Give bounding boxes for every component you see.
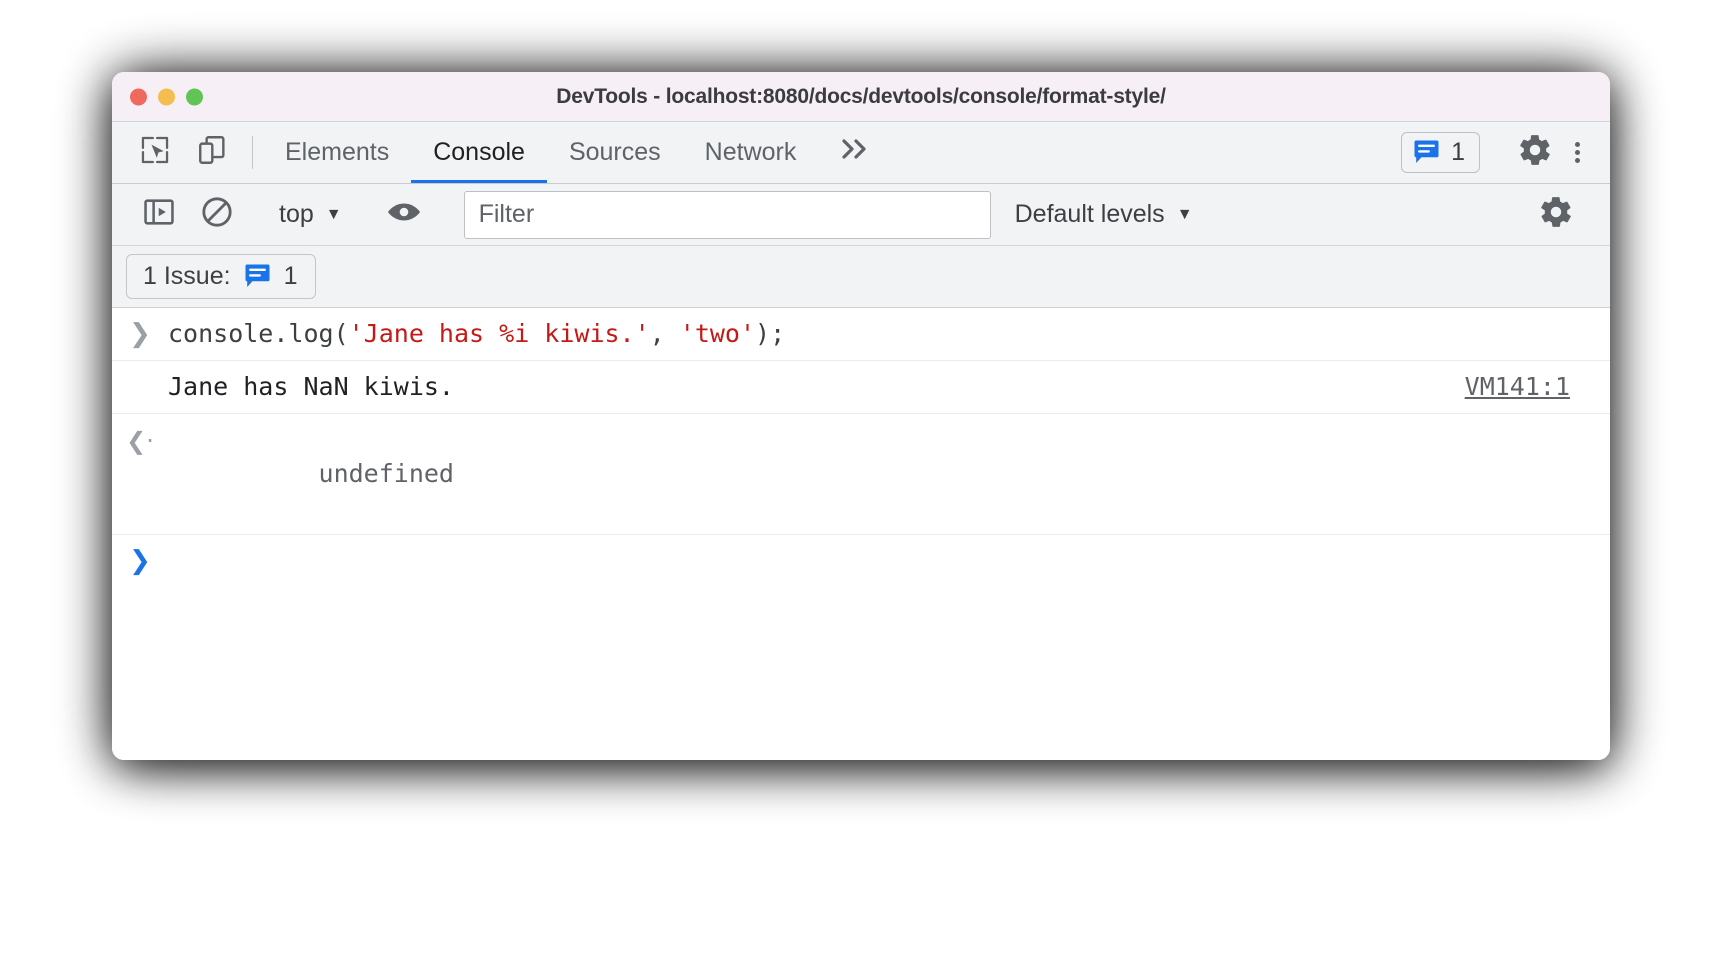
close-window-button[interactable] xyxy=(130,88,147,105)
code-segment-plain: ); xyxy=(755,319,786,348)
console-input-code: console.log('Jane has %i kiwis.', 'two')… xyxy=(168,317,1610,351)
device-toolbar-button[interactable] xyxy=(184,122,242,183)
console-filter-placeholder: Filter xyxy=(478,200,535,228)
console-row-gutter xyxy=(112,370,168,371)
execution-context-select[interactable]: top ▼ xyxy=(267,200,354,229)
console-filter-input[interactable]: Filter xyxy=(463,190,991,239)
console-output-area[interactable]: ❯ console.log('Jane has %i kiwis.', 'two… xyxy=(112,308,1610,760)
console-result-value: undefined xyxy=(168,423,1610,525)
issues-chip-button[interactable]: 1 Issue: 1 xyxy=(126,254,317,299)
code-segment-string: 'two' xyxy=(679,319,756,348)
console-settings-button[interactable] xyxy=(1522,194,1590,235)
tabstrip-right-actions: 1 xyxy=(1401,122,1610,183)
console-result-text: undefined xyxy=(318,459,454,488)
tab-network[interactable]: Network xyxy=(683,122,819,183)
inspect-element-icon xyxy=(138,133,172,172)
code-segment-plain: , xyxy=(649,319,680,348)
clear-console-icon xyxy=(200,195,234,234)
console-filter-toolbar: top ▼ Filter Default levels ▼ xyxy=(112,184,1610,246)
log-levels-label: Default levels xyxy=(1014,200,1165,228)
title-bar: DevTools - localhost:8080/docs/devtools/… xyxy=(112,72,1610,122)
console-toolbar-right-actions xyxy=(1480,194,1610,235)
window-title: DevTools - localhost:8080/docs/devtools/… xyxy=(556,84,1166,108)
console-log-body: Jane has NaN kiwis. VM141:1 xyxy=(168,370,1610,404)
issues-message-icon xyxy=(1413,140,1440,165)
issues-chip-label: 1 Issue: xyxy=(143,262,231,290)
execution-context-label: top xyxy=(279,200,314,228)
device-toolbar-icon xyxy=(196,133,230,172)
chevron-down-icon: ▼ xyxy=(1176,205,1193,223)
tab-network-label: Network xyxy=(704,138,797,166)
chevron-down-icon: ▼ xyxy=(325,205,342,223)
page-root: DevTools - localhost:8080/docs/devtools/… xyxy=(0,0,1722,974)
console-log-message: Jane has NaN kiwis. xyxy=(168,372,454,401)
devtools-settings-button[interactable] xyxy=(1501,132,1569,173)
console-row-gutter: ❯ xyxy=(112,317,168,350)
prompt-chevron-icon: ❯ xyxy=(129,546,151,576)
more-tabs-button[interactable] xyxy=(818,122,894,183)
eye-icon xyxy=(386,198,422,231)
tab-console-label: Console xyxy=(433,138,525,166)
tab-console[interactable]: Console xyxy=(411,122,547,183)
clear-console-button[interactable] xyxy=(188,193,246,237)
issues-badge-count: 1 xyxy=(1451,138,1465,166)
gear-icon xyxy=(1517,132,1553,173)
prompt-chevron-icon: ❯ xyxy=(129,319,151,349)
devtools-window: DevTools - localhost:8080/docs/devtools/… xyxy=(112,72,1610,760)
issues-message-icon xyxy=(244,264,271,289)
console-prompt-row[interactable]: ❯ xyxy=(112,535,1610,587)
kebab-menu-icon xyxy=(1575,139,1580,166)
console-result-row[interactable]: ❮· undefined xyxy=(112,414,1610,535)
console-row-gutter: ❯ xyxy=(112,544,168,577)
gear-icon xyxy=(1538,194,1574,235)
inspect-element-button[interactable] xyxy=(126,122,184,183)
maximize-window-button[interactable] xyxy=(186,88,203,105)
log-levels-select[interactable]: Default levels ▼ xyxy=(1015,200,1193,229)
console-log-row[interactable]: Jane has NaN kiwis. VM141:1 xyxy=(112,361,1610,414)
console-issues-bar: 1 Issue: 1 xyxy=(112,246,1610,308)
live-expression-button[interactable] xyxy=(375,193,433,237)
issues-badge-button[interactable]: 1 xyxy=(1401,132,1480,173)
devtools-tab-strip: Elements Console Sources Network 1 xyxy=(112,122,1610,184)
chevron-double-right-icon xyxy=(838,136,874,169)
console-row-gutter: ❮· xyxy=(112,423,168,458)
tab-elements-label: Elements xyxy=(285,138,390,166)
return-value-icon: ❮· xyxy=(126,427,154,455)
traffic-lights xyxy=(130,88,203,105)
devtools-more-options-button[interactable] xyxy=(1569,139,1594,166)
tab-sources-label: Sources xyxy=(568,138,661,166)
console-source-link[interactable]: VM141:1 xyxy=(1465,370,1592,404)
tab-elements[interactable]: Elements xyxy=(263,122,411,183)
console-input-row[interactable]: ❯ console.log('Jane has %i kiwis.', 'two… xyxy=(112,308,1610,361)
minimize-window-button[interactable] xyxy=(158,88,175,105)
issues-chip-count: 1 xyxy=(283,262,298,290)
console-sidebar-icon xyxy=(142,195,176,234)
code-segment-plain: console.log( xyxy=(168,319,349,348)
tabstrip-divider xyxy=(252,136,253,169)
console-sidebar-toggle-button[interactable] xyxy=(130,193,188,237)
tab-sources[interactable]: Sources xyxy=(547,122,683,183)
code-segment-string: 'Jane has %i kiwis.' xyxy=(348,319,650,348)
